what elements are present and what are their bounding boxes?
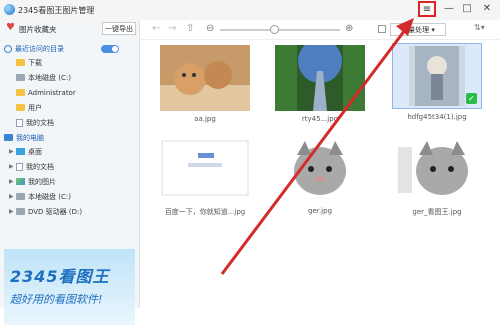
recent-section-header[interactable]: 最近访问的目录 bbox=[4, 42, 64, 55]
app-logo-icon bbox=[4, 4, 15, 15]
one-click-export-button[interactable]: 一键导出 bbox=[102, 22, 136, 35]
sidebar-item-local-disk-c[interactable]: 本地磁盘 (C:) bbox=[16, 71, 71, 84]
sidebar-item-label: 我的文档 bbox=[26, 162, 54, 171]
expand-arrow-icon[interactable]: ▶ bbox=[9, 178, 16, 185]
close-button[interactable]: ✕ bbox=[480, 3, 494, 14]
thumbnail-image[interactable] bbox=[160, 45, 250, 111]
recent-toggle-switch[interactable] bbox=[101, 45, 119, 53]
back-icon[interactable]: ← bbox=[152, 23, 160, 34]
thumbnail-grid: aa.jpg rty45...jpg ✓ hdfg45t34(1).jpg 百度… bbox=[140, 39, 500, 308]
selected-check-icon: ✓ bbox=[466, 93, 477, 104]
expand-arrow-icon[interactable]: ▶ bbox=[9, 208, 16, 215]
sidebar-item-label: DVD 驱动器 (D:) bbox=[28, 207, 83, 216]
document-icon bbox=[16, 118, 23, 127]
pictures-icon bbox=[16, 178, 25, 185]
toolbar: ← → ⇧ ⊖ ⊕ 批量处理 ▾ ⇅▾ bbox=[140, 20, 500, 40]
thumbnail-item[interactable]: aa.jpg bbox=[160, 45, 250, 133]
sidebar-item-administrator[interactable]: Administrator bbox=[16, 86, 76, 99]
clock-icon bbox=[4, 44, 12, 53]
sidebar-item-label: 用户 bbox=[28, 103, 42, 112]
zoom-slider-handle[interactable] bbox=[270, 25, 279, 34]
zoom-in-icon[interactable]: ⊕ bbox=[345, 23, 353, 34]
thumbnail-name: 百度一下，你就知道...jpg bbox=[164, 208, 246, 216]
sidebar-item-label: 我的文档 bbox=[26, 118, 54, 127]
thumbnail-name: hdfg45t34(1).jpg bbox=[407, 113, 467, 121]
sidebar-item-computer-documents[interactable]: ▶ 我的文档 bbox=[9, 160, 54, 173]
thumbnail-image[interactable] bbox=[160, 137, 250, 203]
expand-arrow-icon[interactable]: ▶ bbox=[9, 193, 16, 200]
title-bar: 2345看图王图片管理 ≡ — □ ✕ bbox=[0, 0, 500, 21]
favorites-label: 图片收藏夹 bbox=[19, 25, 57, 34]
thumbnail-name: rty45...jpg bbox=[301, 115, 339, 123]
main-menu-button[interactable]: ≡ bbox=[418, 1, 436, 17]
window-title: 2345看图王图片管理 bbox=[18, 6, 95, 15]
maximize-button[interactable]: □ bbox=[460, 3, 474, 14]
drive-icon bbox=[16, 74, 25, 81]
forward-icon[interactable]: → bbox=[168, 23, 176, 34]
folder-icon bbox=[16, 59, 25, 66]
minimize-button[interactable]: — bbox=[442, 3, 456, 14]
dvd-drive-icon bbox=[16, 208, 25, 215]
batch-process-button[interactable]: 批量处理 ▾ bbox=[390, 23, 446, 36]
computer-section-header[interactable]: 我的电脑 bbox=[4, 131, 44, 144]
sidebar-item-label: 下载 bbox=[28, 58, 42, 67]
zoom-slider-track[interactable] bbox=[220, 29, 340, 31]
desktop-icon bbox=[16, 148, 25, 155]
thumbnail-name: aa.jpg bbox=[194, 115, 216, 123]
sidebar: ♥ 图片收藏夹 一键导出 最近访问的目录 下载 本地磁盘 (C:) Admini… bbox=[0, 20, 140, 325]
thumbnail-image[interactable] bbox=[275, 137, 365, 203]
sidebar-item-my-documents[interactable]: 我的文档 bbox=[16, 116, 54, 129]
banner-slogan: 超好用的看图软件! bbox=[10, 293, 103, 306]
recent-section-title: 最近访问的目录 bbox=[15, 44, 64, 53]
promo-banner[interactable]: 2345看图王 超好用的看图软件! bbox=[4, 249, 135, 325]
thumbnail-item[interactable]: 百度一下，你就知道...jpg bbox=[160, 137, 250, 225]
heart-icon: ♥ bbox=[6, 22, 15, 33]
document-icon bbox=[16, 162, 23, 171]
thumbnail-image[interactable] bbox=[392, 137, 482, 203]
thumbnail-name: ger_看图王.jpg bbox=[412, 208, 462, 216]
folder-icon bbox=[16, 89, 25, 96]
banner-brand: 2345看图王 bbox=[10, 267, 110, 286]
sidebar-item-label: 本地磁盘 (C:) bbox=[28, 192, 71, 201]
thumbnail-image[interactable] bbox=[275, 45, 365, 111]
select-all-checkbox[interactable] bbox=[378, 25, 386, 33]
computer-section-title: 我的电脑 bbox=[16, 133, 44, 142]
zoom-out-icon[interactable]: ⊖ bbox=[206, 23, 214, 34]
expand-arrow-icon[interactable]: ▶ bbox=[9, 148, 16, 155]
sort-icon[interactable]: ⇅▾ bbox=[474, 23, 492, 36]
sidebar-item-label: Administrator bbox=[28, 88, 76, 97]
thumbnail-item[interactable]: ger.jpg bbox=[275, 137, 365, 225]
thumbnail-item-selected[interactable]: ✓ hdfg45t34(1).jpg bbox=[392, 43, 482, 131]
thumbnail-image[interactable]: ✓ bbox=[392, 43, 482, 109]
thumbnail-name: ger.jpg bbox=[307, 207, 333, 215]
sidebar-item-users[interactable]: 用户 bbox=[16, 101, 42, 114]
sidebar-item-my-pictures[interactable]: ▶ 我的图片 bbox=[9, 175, 56, 188]
thumbnail-item[interactable]: rty45...jpg bbox=[275, 45, 365, 133]
drive-icon bbox=[16, 193, 25, 200]
sidebar-item-label: 本地磁盘 (C:) bbox=[28, 73, 71, 82]
sidebar-item-desktop[interactable]: ▶ 桌面 bbox=[9, 145, 42, 158]
computer-icon bbox=[4, 134, 13, 141]
sidebar-item-label: 桌面 bbox=[28, 147, 42, 156]
sidebar-item-downloads[interactable]: 下载 bbox=[16, 56, 42, 69]
up-folder-icon[interactable]: ⇧ bbox=[186, 23, 194, 34]
thumbnail-item[interactable]: ger_看图王.jpg bbox=[392, 137, 482, 225]
sidebar-item-dvd-drive[interactable]: ▶ DVD 驱动器 (D:) bbox=[9, 205, 82, 218]
favorites-row[interactable]: ♥ 图片收藏夹 一键导出 bbox=[0, 20, 139, 38]
sidebar-item-label: 我的图片 bbox=[28, 177, 56, 186]
sidebar-item-computer-disk-c[interactable]: ▶ 本地磁盘 (C:) bbox=[9, 190, 71, 203]
expand-arrow-icon[interactable]: ▶ bbox=[9, 163, 16, 170]
folder-icon bbox=[16, 104, 25, 111]
